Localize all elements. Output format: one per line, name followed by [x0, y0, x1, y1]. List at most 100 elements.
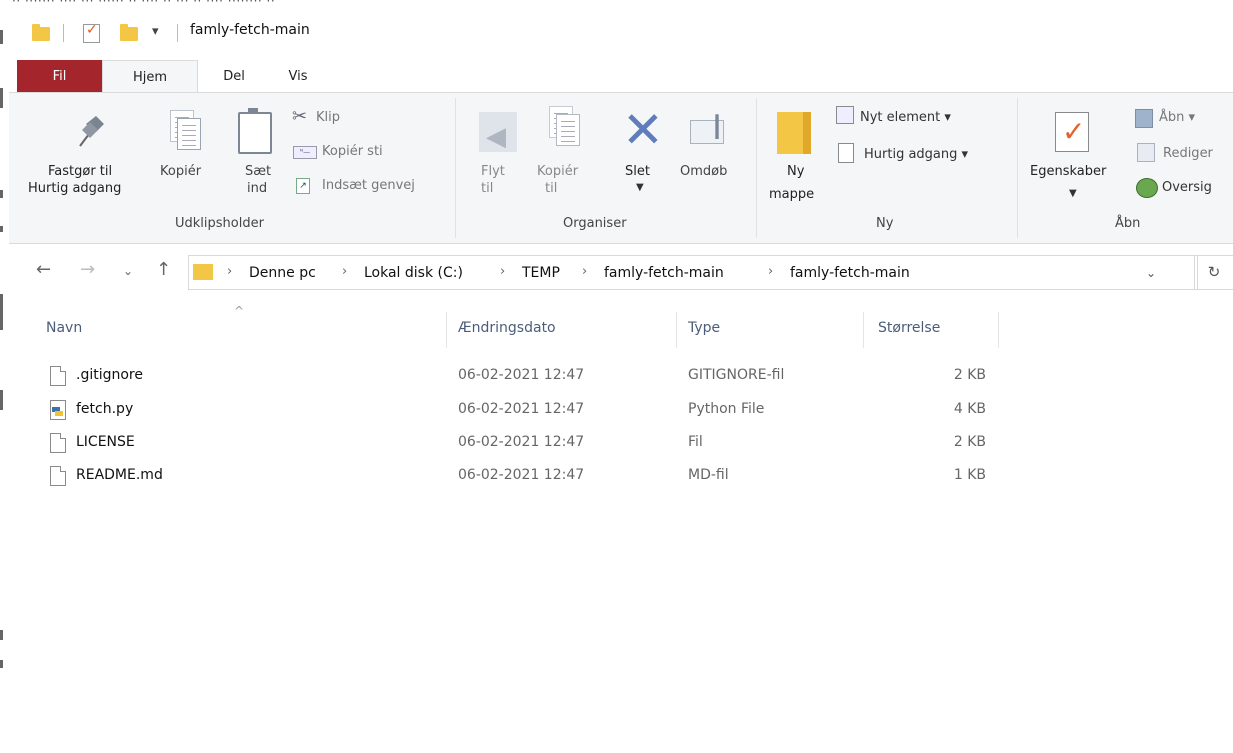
- column-header-size[interactable]: Størrelse: [878, 320, 940, 336]
- ribbon-separator-1: [455, 98, 456, 238]
- quick-access-new-folder-icon[interactable]: [120, 24, 138, 41]
- column-divider[interactable]: [446, 312, 447, 348]
- address-folder-icon: [193, 264, 213, 280]
- delete-dropdown-icon[interactable]: ▼: [636, 182, 644, 193]
- move-to-label-1[interactable]: Flyt: [481, 163, 505, 180]
- background-window-edge: [0, 0, 9, 753]
- pin-label-1[interactable]: Fastgør til: [48, 163, 112, 180]
- history-icon: [1136, 178, 1158, 198]
- file-row[interactable]: fetch.py 06-02-2021 12:47 Python File 4 …: [40, 394, 1000, 426]
- breadcrumb-this-pc[interactable]: Denne pc: [249, 265, 316, 281]
- new-folder-label-2[interactable]: mappe: [769, 186, 814, 203]
- breadcrumb-temp[interactable]: TEMP: [522, 265, 560, 281]
- copy-to-label-2[interactable]: til: [545, 180, 557, 197]
- properties-dropdown-icon[interactable]: ▼: [1069, 188, 1077, 199]
- file-type: Python File: [688, 401, 765, 417]
- column-divider[interactable]: [998, 312, 999, 348]
- file-icon: [50, 433, 66, 453]
- group-organize-label: Organiser: [563, 216, 627, 231]
- quick-access-folder-icon[interactable]: [32, 24, 50, 41]
- delete-icon: ✕: [622, 101, 664, 159]
- tab-share[interactable]: Del: [214, 60, 254, 92]
- ribbon-separator-2: [756, 98, 757, 238]
- move-to-arrow-icon: ◀: [486, 122, 506, 152]
- edit-button[interactable]: Rediger: [1163, 146, 1213, 161]
- file-name[interactable]: fetch.py: [76, 401, 133, 417]
- paste-label-1[interactable]: Sæt: [245, 163, 271, 180]
- file-name[interactable]: README.md: [76, 467, 163, 483]
- copy-icon-front: [177, 118, 201, 150]
- column-header-name[interactable]: Navn: [46, 320, 82, 336]
- breadcrumb-local-disk[interactable]: Lokal disk (C:): [364, 265, 463, 281]
- file-icon: [50, 466, 66, 486]
- new-item-icon: [836, 106, 854, 124]
- tab-view[interactable]: Vis: [278, 60, 318, 92]
- file-row[interactable]: README.md 06-02-2021 12:47 MD-fil 1 KB: [40, 460, 1000, 492]
- breadcrumb-famly-fetch-main-current[interactable]: famly-fetch-main: [790, 265, 910, 281]
- file-icon: [50, 366, 66, 386]
- group-new-label: Ny: [876, 216, 894, 231]
- copy-path-button[interactable]: Kopiér sti: [322, 144, 383, 159]
- file-size: 4 KB: [953, 401, 986, 417]
- edit-icon: [1137, 143, 1155, 162]
- new-item-button[interactable]: Nyt element ▾: [860, 110, 951, 125]
- scissors-icon: ✂: [292, 106, 308, 127]
- breadcrumb-separator-icon[interactable]: ›: [582, 264, 587, 279]
- refresh-icon[interactable]: ↻: [1194, 255, 1233, 290]
- quick-access-properties-icon[interactable]: ✓: [83, 22, 100, 43]
- file-date: 06-02-2021 12:47: [458, 401, 585, 417]
- up-arrow-icon[interactable]: ↑: [156, 259, 171, 280]
- file-size: 2 KB: [953, 367, 986, 383]
- rename-button[interactable]: Omdøb: [680, 163, 727, 180]
- file-date: 06-02-2021 12:47: [458, 367, 585, 383]
- file-type: MD-fil: [688, 467, 729, 483]
- tab-file[interactable]: Fil: [17, 60, 102, 92]
- open-icon: [1135, 109, 1153, 128]
- delete-button[interactable]: Slet: [625, 163, 650, 180]
- history-button[interactable]: Oversig: [1162, 180, 1212, 195]
- column-header-date[interactable]: Ændringsdato: [458, 320, 556, 336]
- move-to-label-2[interactable]: til: [481, 180, 493, 197]
- sort-up-icon: ^: [234, 304, 245, 318]
- column-divider[interactable]: [676, 312, 677, 348]
- file-row[interactable]: .gitignore 06-02-2021 12:47 GITIGNORE-fi…: [40, 360, 1000, 392]
- easy-access-button[interactable]: Hurtig adgang ▾: [864, 147, 968, 162]
- copy-to-icon-front: [556, 114, 580, 146]
- column-header-type[interactable]: Type: [688, 320, 720, 336]
- paste-shortcut-button[interactable]: Indsæt genvej: [322, 178, 415, 193]
- file-row[interactable]: LICENSE 06-02-2021 12:47 Fil 2 KB: [40, 427, 1000, 459]
- breadcrumb-separator-icon[interactable]: ›: [342, 264, 347, 279]
- breadcrumb-separator-icon[interactable]: ›: [500, 264, 505, 279]
- copy-to-label-1[interactable]: Kopiér: [537, 163, 578, 180]
- file-size: 1 KB: [953, 467, 986, 483]
- breadcrumb-separator-icon[interactable]: ›: [227, 264, 232, 279]
- background-text-fragment: ·· ······· ···· ··· ······ ·· ···· ·· ··…: [12, 0, 276, 8]
- open-button[interactable]: Åbn ▾: [1159, 110, 1195, 125]
- title-separator-2: [177, 24, 178, 42]
- new-folder-icon: [777, 112, 811, 154]
- file-name[interactable]: .gitignore: [76, 367, 143, 383]
- column-divider[interactable]: [863, 312, 864, 348]
- copy-button[interactable]: Kopiér: [160, 163, 201, 180]
- file-name[interactable]: LICENSE: [76, 434, 135, 450]
- new-folder-label-1[interactable]: Ny: [787, 163, 804, 180]
- pin-label-2[interactable]: Hurtig adgang: [28, 180, 121, 197]
- forward-arrow-icon[interactable]: →: [80, 259, 95, 280]
- title-separator: [63, 24, 64, 42]
- address-dropdown-icon[interactable]: ⌄: [1146, 266, 1156, 280]
- easy-access-icon: [838, 143, 854, 163]
- properties-button[interactable]: Egenskaber: [1030, 163, 1106, 180]
- customize-toolbar-icon[interactable]: ▾: [152, 24, 159, 39]
- tab-home[interactable]: Hjem: [102, 60, 198, 94]
- paste-icon: [238, 108, 272, 154]
- properties-icon: ✓: [1055, 112, 1089, 152]
- breadcrumb-separator-icon[interactable]: ›: [768, 264, 773, 279]
- paste-label-2[interactable]: ind: [247, 180, 267, 197]
- file-date: 06-02-2021 12:47: [458, 434, 585, 450]
- recent-locations-icon[interactable]: ⌄: [123, 264, 133, 278]
- file-type: Fil: [688, 434, 703, 450]
- cut-button[interactable]: Klip: [316, 110, 340, 125]
- back-arrow-icon[interactable]: ←: [36, 259, 51, 280]
- breadcrumb-famly-fetch-main[interactable]: famly-fetch-main: [604, 265, 724, 281]
- paste-shortcut-icon: ↗: [296, 178, 310, 194]
